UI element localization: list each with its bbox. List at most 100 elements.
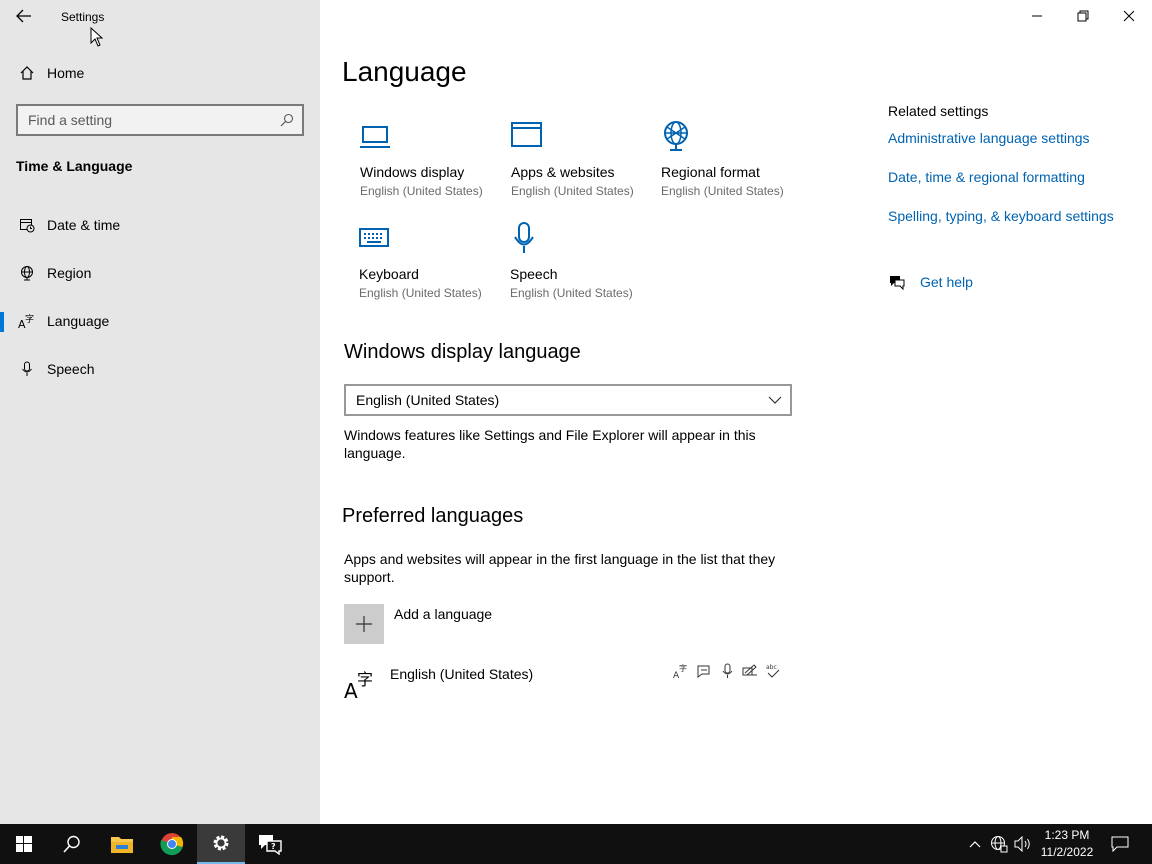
sidebar-item-label: Date & time [47, 217, 121, 233]
keyboard-icon [359, 228, 389, 247]
link-date-time-regional[interactable]: Date, time & regional formatting [888, 169, 1085, 185]
svg-text:字: 字 [357, 670, 373, 689]
svg-text:?: ? [271, 842, 276, 851]
network-globe-icon [991, 836, 1008, 853]
globe-icon [664, 121, 688, 151]
network-button[interactable] [988, 824, 1010, 864]
tile-sub: English (United States) [661, 184, 784, 198]
help-chat-icon: ? [259, 835, 282, 855]
show-hidden-icons-button[interactable] [964, 824, 986, 864]
browser-window-icon [511, 122, 542, 147]
globe-icon [16, 264, 38, 282]
language-name: English (United States) [390, 666, 534, 682]
plus-icon [356, 616, 372, 632]
monitor-icon [360, 126, 390, 148]
language-features: A字 abc [673, 662, 782, 679]
taskbar-settings[interactable] [197, 824, 245, 864]
chrome-icon [160, 833, 184, 856]
action-center-button[interactable] [1108, 824, 1132, 864]
section-title: Time & Language [16, 158, 133, 174]
tile-label: Keyboard [359, 266, 419, 282]
taskbar: ? 1:23 PM 11/2/2022 [0, 824, 1152, 864]
speech-recognition-icon [722, 663, 733, 678]
sidebar-item-date-time[interactable]: Date & time [0, 208, 320, 242]
page-title: Language [342, 56, 467, 87]
back-arrow-icon [16, 9, 31, 23]
text-to-speech-icon [697, 665, 710, 678]
sidebar-item-label: Language [47, 313, 110, 329]
get-help-link[interactable]: Get help [888, 274, 973, 290]
display-language-icon: A字 [673, 663, 687, 679]
display-language-select[interactable]: English (United States) [344, 384, 792, 416]
tile-label: Windows display [360, 164, 465, 180]
tile-windows-display[interactable]: Windows display English (United States) [360, 120, 500, 210]
microphone-icon [16, 360, 38, 378]
search-icon [280, 113, 294, 127]
tile-sub: English (United States) [510, 286, 633, 300]
mouse-cursor-icon [90, 27, 104, 47]
tile-regional-format[interactable]: Regional format English (United States) [661, 120, 801, 210]
tile-label: Apps & websites [511, 164, 615, 180]
language-icon: A字 [344, 670, 373, 700]
chevron-down-icon [768, 396, 782, 404]
link-administrative-language[interactable]: Administrative language settings [888, 130, 1090, 146]
spell-check-icon: abc [766, 664, 780, 678]
tile-sub: English (United States) [511, 184, 634, 198]
get-help-label: Get help [920, 274, 973, 290]
taskbar-file-explorer[interactable] [98, 824, 146, 864]
handwriting-icon [742, 664, 757, 676]
main-content: Language Windows display English (United… [320, 0, 1152, 824]
tile-apps-websites[interactable]: Apps & websites English (United States) [511, 120, 651, 210]
folder-icon [111, 837, 133, 853]
display-language-value: English (United States) [356, 392, 500, 408]
tile-keyboard[interactable]: Keyboard English (United States) [359, 222, 499, 312]
chevron-up-icon [969, 841, 981, 848]
preferred-languages-heading: Preferred languages [342, 505, 524, 527]
start-button[interactable] [0, 824, 48, 864]
taskbar-search-button[interactable] [48, 824, 96, 864]
svg-text:字: 字 [679, 663, 687, 673]
sidebar-item-region[interactable]: Region [0, 256, 320, 290]
add-language-label: Add a language [394, 606, 493, 622]
sidebar-item-label: Speech [47, 361, 95, 377]
link-spelling-typing-keyboard[interactable]: Spelling, typing, & keyboard settings [888, 208, 1114, 224]
sidebar: Settings Home Time & Language Date & tim… [0, 0, 320, 824]
search-icon [63, 835, 80, 853]
related-settings-title: Related settings [888, 103, 989, 119]
microphone-icon [514, 222, 534, 253]
sidebar-item-label: Region [47, 265, 92, 281]
language-list-item[interactable]: A字 English (United States) A字 abc [344, 662, 792, 706]
taskbar-chrome[interactable] [148, 824, 196, 864]
calendar-clock-icon [16, 216, 38, 234]
notification-icon [1111, 836, 1129, 852]
home-icon [16, 64, 38, 82]
tile-speech[interactable]: Speech English (United States) [510, 222, 650, 312]
app-title: Settings [61, 10, 105, 24]
preferred-languages-description: Apps and websites will appear in the fir… [344, 551, 776, 585]
back-button[interactable] [10, 4, 38, 28]
tile-label: Regional format [661, 164, 760, 180]
language-icon: A字 [16, 312, 38, 330]
clock-time: 1:23 PM [1044, 828, 1090, 842]
gear-icon [213, 835, 229, 851]
sidebar-item-language[interactable]: A字 Language [0, 304, 320, 338]
taskbar-get-help[interactable]: ? [246, 824, 294, 864]
svg-text:字: 字 [25, 313, 34, 325]
nav-home-label: Home [47, 65, 85, 81]
add-language-button[interactable]: Add a language [344, 604, 492, 644]
windows-logo-icon [16, 836, 32, 852]
add-language-tile[interactable] [344, 604, 384, 644]
display-language-heading: Windows display language [344, 341, 581, 363]
display-language-description: Windows features like Settings and File … [344, 427, 756, 461]
svg-text:A: A [344, 679, 358, 700]
help-chat-icon [890, 276, 905, 290]
tile-sub: English (United States) [359, 286, 482, 300]
clock-date: 11/2/2022 [1040, 845, 1094, 859]
taskbar-clock[interactable]: 1:23 PM 11/2/2022 [1030, 827, 1104, 861]
nav-home[interactable]: Home [0, 58, 320, 88]
search-input[interactable] [28, 112, 268, 128]
active-indicator [0, 312, 4, 332]
tile-sub: English (United States) [360, 184, 483, 198]
search-box[interactable] [16, 104, 304, 136]
sidebar-item-speech[interactable]: Speech [0, 352, 320, 386]
